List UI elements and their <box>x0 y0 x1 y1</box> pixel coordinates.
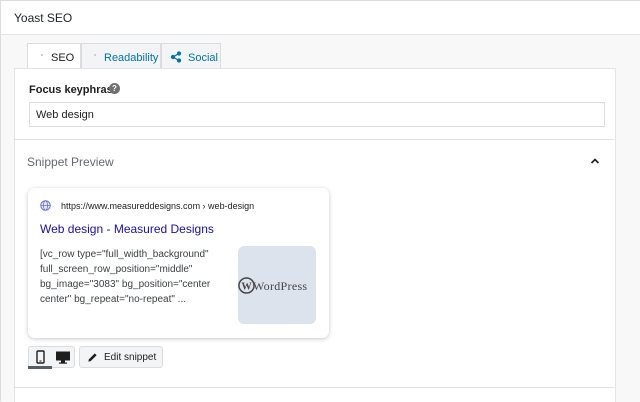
globe-icon <box>40 200 51 211</box>
tab-social-label: Social <box>188 52 218 64</box>
metabox-content: SEO Readability Social Focus keyphrase ? <box>1 35 640 402</box>
snippet-thumbnail: W WordPress <box>238 246 316 324</box>
focus-keyphrase-label: Focus keyphrase <box>29 84 119 96</box>
tab-readability-label: Readability <box>104 52 159 64</box>
snippet-description: [vc_row type="full_width_background" ful… <box>40 249 211 305</box>
pencil-icon <box>88 353 97 362</box>
desktop-preview-button[interactable] <box>52 347 75 368</box>
tab-readability[interactable]: Readability <box>81 43 161 69</box>
readability-score-dot-icon <box>94 54 96 57</box>
edit-snippet-button[interactable]: Edit snippet <box>79 346 163 368</box>
tab-seo-label: SEO <box>51 52 75 64</box>
divider <box>15 139 615 140</box>
svg-text:W: W <box>241 281 252 292</box>
metabox-title: Yoast SEO <box>14 11 73 25</box>
snippet-card: https://www.measureddesigns.com › web-de… <box>28 188 329 338</box>
snippet-url: https://www.measureddesigns.com › web-de… <box>61 201 255 211</box>
seo-score-dot-icon <box>41 54 43 57</box>
divider <box>15 387 615 388</box>
share-icon <box>170 51 182 63</box>
seo-panel: Focus keyphrase ? Snippet Preview https:… <box>14 68 616 402</box>
edit-snippet-label: Edit snippet <box>104 351 157 363</box>
snippet-preview-title: Snippet Preview <box>27 155 114 169</box>
tab-social[interactable]: Social <box>161 43 221 69</box>
metabox-header[interactable]: Yoast SEO <box>1 1 640 35</box>
yoast-metabox: Yoast SEO SEO Readability Social Focus k… <box>0 0 640 402</box>
help-icon[interactable]: ? <box>109 83 120 94</box>
mobile-phone-icon <box>36 350 45 364</box>
chevron-up-icon[interactable] <box>589 155 601 167</box>
preview-mode-toggle <box>28 346 75 368</box>
snippet-title[interactable]: Web design - Measured Designs <box>40 222 214 236</box>
desktop-monitor-icon <box>56 351 70 364</box>
active-mode-indicator <box>28 366 52 369</box>
tab-seo[interactable]: SEO <box>27 43 81 70</box>
mobile-preview-button[interactable] <box>29 347 52 368</box>
wordpress-wordmark: WordPress <box>253 279 308 293</box>
focus-keyphrase-input[interactable] <box>29 102 605 127</box>
